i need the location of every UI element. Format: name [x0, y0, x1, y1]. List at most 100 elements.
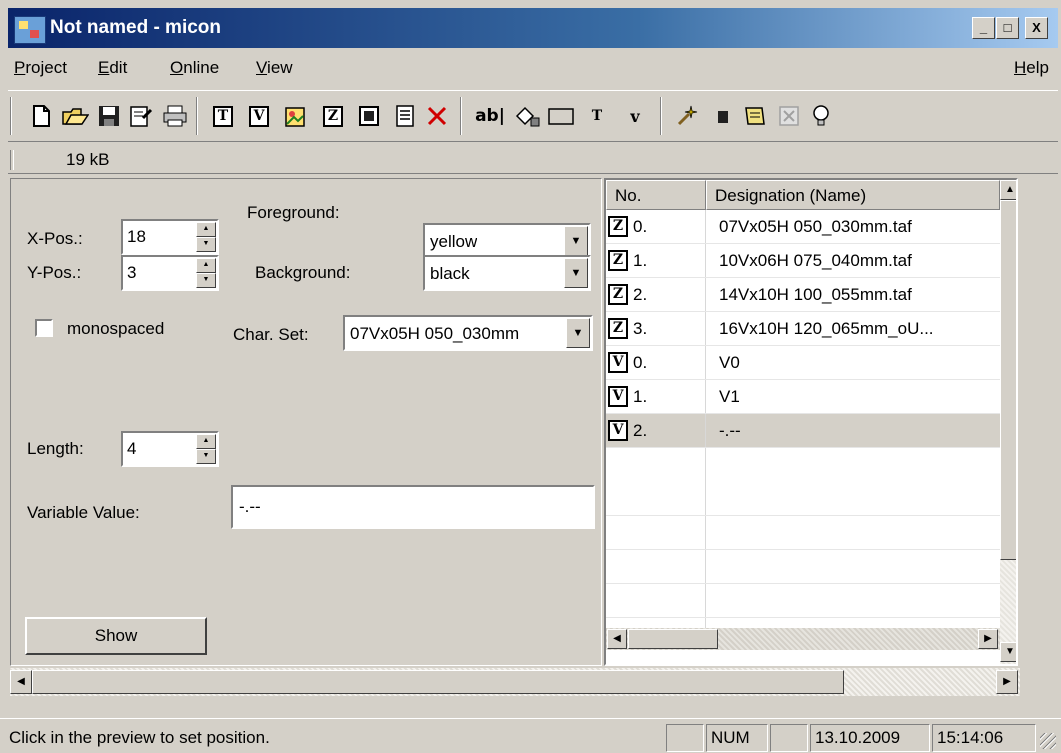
monospaced-label: monospaced	[67, 319, 165, 338]
variable-value-input[interactable]: -.--	[231, 485, 595, 529]
list-item[interactable]: Z 3. 16Vx10H 120_065mm_oU...	[606, 312, 1000, 346]
chevron-down-icon[interactable]: ▼	[564, 258, 588, 288]
toolbar-separator	[460, 97, 462, 135]
charset-icon: Z	[608, 216, 628, 237]
status-date: 13.10.2009	[810, 724, 930, 752]
close-button[interactable]: X	[1025, 17, 1048, 39]
new-file-icon[interactable]	[26, 100, 56, 132]
list-vertical-scrollbar[interactable]: ▲ ▼	[1000, 180, 1016, 664]
text-element-icon[interactable]: T	[208, 100, 238, 132]
bitmap-element-icon[interactable]	[280, 100, 310, 132]
memory-element-icon[interactable]	[354, 100, 384, 132]
minimize-button[interactable]: _	[972, 17, 995, 39]
background-select[interactable]: black ▼	[423, 255, 591, 291]
resize-grip-icon[interactable]	[1040, 733, 1056, 749]
monospaced-checkbox[interactable]	[35, 319, 53, 337]
xpos-spinner[interactable]: 18 ▲ ▼	[121, 219, 219, 255]
variable-icon: V	[608, 352, 628, 373]
open-folder-icon[interactable]	[60, 100, 90, 132]
list-item[interactable]: Z 2. 14Vx10H 100_055mm.taf	[606, 278, 1000, 312]
background-label: Background:	[255, 263, 351, 282]
title-bar: Not named - micon _ □ X	[8, 8, 1058, 48]
small-text-icon[interactable]: T	[582, 100, 612, 132]
scroll-up-icon[interactable]: ▲	[1000, 180, 1016, 200]
disabled-tool-icon	[774, 100, 804, 132]
variable-icon: V	[608, 420, 628, 441]
window-title: Not named - micon	[50, 17, 222, 38]
list-item[interactable]: V 2. -.--	[606, 414, 1000, 448]
spin-up-icon[interactable]: ▲	[196, 258, 216, 273]
charset-select[interactable]: 07Vx05H 050_030mm ▼	[343, 315, 593, 351]
spin-up-icon[interactable]: ▲	[196, 434, 216, 449]
bulb-icon[interactable]	[806, 100, 836, 132]
save-icon[interactable]	[94, 100, 124, 132]
scroll-right-icon[interactable]: ▶	[996, 670, 1018, 694]
scroll-thumb[interactable]	[628, 629, 718, 649]
variable-element-icon[interactable]: V	[244, 100, 274, 132]
text-field-icon[interactable]: ab|	[470, 100, 510, 132]
scroll-thumb[interactable]	[1000, 200, 1016, 560]
ypos-label: Y-Pos.:	[27, 263, 82, 282]
fill-color-icon[interactable]	[512, 100, 542, 132]
chevron-down-icon[interactable]: ▼	[566, 318, 590, 348]
length-spinner[interactable]: 4 ▲ ▼	[121, 431, 219, 467]
toolbar: T V Z ab| T v	[8, 90, 1058, 142]
maximize-button[interactable]: □	[996, 17, 1019, 39]
delete-icon[interactable]	[422, 100, 452, 132]
charset-icon: Z	[608, 284, 628, 305]
menu-project[interactable]: Project	[14, 58, 67, 78]
xpos-label: X-Pos.:	[27, 229, 83, 248]
menu-view[interactable]: View	[256, 58, 293, 78]
charset-label: Char. Set:	[233, 325, 309, 344]
foreground-select[interactable]: yellow ▼	[423, 223, 591, 259]
scroll-right-icon[interactable]: ▶	[978, 629, 998, 649]
menu-help[interactable]: Help	[1014, 58, 1049, 78]
status-bar: Click in the preview to set position. NU…	[0, 718, 1061, 753]
list-cell-no: V 1.	[606, 380, 706, 413]
main-horizontal-scrollbar[interactable]: ◀ ▶	[10, 668, 1020, 696]
show-button[interactable]: Show	[25, 617, 207, 655]
scroll-left-icon[interactable]: ◀	[10, 670, 32, 694]
empty-row	[606, 550, 1000, 584]
spin-down-icon[interactable]: ▼	[196, 449, 216, 464]
list-element-icon[interactable]	[390, 100, 420, 132]
list-item[interactable]: V 1. V1	[606, 380, 1000, 414]
list-item-number: 1.	[633, 387, 648, 406]
list-cell-no: V 0.	[606, 346, 706, 379]
script-icon[interactable]	[740, 100, 770, 132]
scroll-down-icon[interactable]: ▼	[1000, 642, 1016, 662]
list-cell-no: Z 0.	[606, 210, 706, 243]
print-icon[interactable]	[160, 100, 190, 132]
menu-online[interactable]: Online	[170, 58, 219, 78]
column-header-name[interactable]: Designation (Name)	[706, 180, 1000, 210]
spin-down-icon[interactable]: ▼	[196, 237, 216, 252]
charset-element-icon[interactable]: Z	[318, 100, 348, 132]
spin-up-icon[interactable]: ▲	[196, 222, 216, 237]
status-message: Click in the preview to set position.	[9, 728, 270, 747]
list-item-name: 14Vx10H 100_055mm.taf	[719, 285, 912, 304]
menu-edit[interactable]: Edit	[98, 58, 127, 78]
list-item[interactable]: V 0. V0	[606, 346, 1000, 380]
list-horizontal-scrollbar[interactable]: ◀ ▶	[606, 628, 1000, 650]
column-header-no[interactable]: No.	[606, 180, 706, 210]
list-item[interactable]: Z 0. 07Vx05H 050_030mm.taf	[606, 210, 1000, 244]
scroll-left-icon[interactable]: ◀	[607, 629, 627, 649]
small-variable-icon[interactable]: v	[620, 100, 650, 132]
device-icon[interactable]	[708, 100, 738, 132]
list-item-number: 2.	[633, 421, 648, 440]
empty-row	[606, 584, 1000, 618]
empty-row	[606, 482, 1000, 516]
list-item[interactable]: Z 1. 10Vx06H 075_040mm.taf	[606, 244, 1000, 278]
scroll-thumb[interactable]	[32, 670, 844, 694]
properties-icon[interactable]	[126, 100, 156, 132]
app-icon[interactable]	[14, 16, 46, 44]
spin-down-icon[interactable]: ▼	[196, 273, 216, 288]
list-item-name: 16Vx10H 120_065mm_oU...	[719, 319, 934, 338]
ypos-spinner[interactable]: 3 ▲ ▼	[121, 255, 219, 291]
status-pane-scroll	[770, 724, 808, 752]
chevron-down-icon[interactable]: ▼	[564, 226, 588, 256]
wizard-icon[interactable]	[672, 100, 702, 132]
rectangle-icon[interactable]	[546, 100, 576, 132]
list-item-number: 0.	[633, 217, 648, 236]
list-item-number: 3.	[633, 319, 648, 338]
